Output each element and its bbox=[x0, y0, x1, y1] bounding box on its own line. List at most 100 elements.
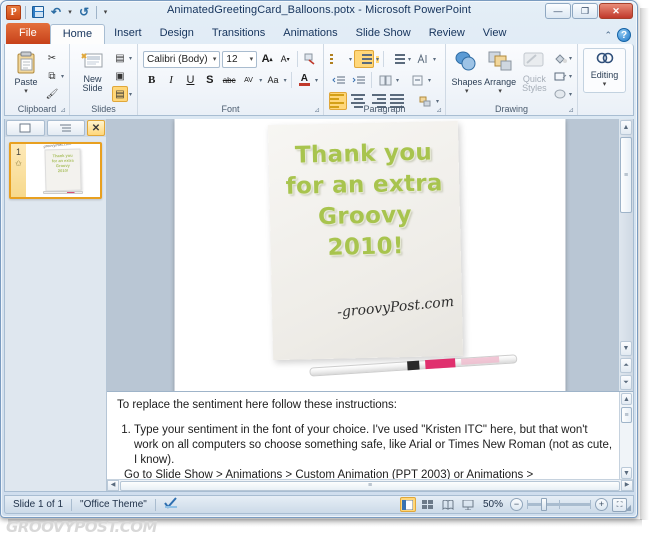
shape-fill-button[interactable]: ▾ bbox=[552, 50, 572, 66]
zoom-in-button[interactable]: + bbox=[595, 498, 608, 511]
greeting-card-image[interactable]: Thank you for an extra Groovy 2010! -gro… bbox=[267, 120, 518, 377]
paste-button[interactable]: Paste ▾ bbox=[10, 48, 42, 97]
columns-button[interactable] bbox=[376, 71, 394, 89]
arrange-button[interactable]: Arrange ▾ bbox=[484, 48, 517, 97]
slides-tab[interactable] bbox=[6, 120, 45, 136]
quick-styles-button[interactable]: Quick Styles bbox=[518, 48, 551, 93]
ribbon-group-drawing: Shapes ▾ Arrange ▾ Quick Styles ▾ ▾ ▾ Dr… bbox=[445, 44, 577, 115]
align-text-button[interactable] bbox=[408, 71, 426, 89]
new-slide-button[interactable]: New Slide bbox=[75, 48, 110, 93]
decrease-indent-button[interactable] bbox=[329, 71, 347, 89]
slide-vertical-scrollbar[interactable]: ▲ ≡ ▼ ⏶ ⏷ bbox=[618, 119, 633, 391]
spellcheck-icon[interactable] bbox=[156, 497, 186, 512]
strikethrough-button[interactable]: abc bbox=[221, 71, 238, 89]
slide-thumbnail-1[interactable]: 1 ✩ Thank you for an extra Groovy 2010! … bbox=[9, 142, 102, 199]
bullets-button[interactable] bbox=[329, 50, 347, 68]
format-painter-button[interactable]: 🖌 bbox=[44, 86, 64, 102]
resize-grip[interactable]: ◢ bbox=[625, 503, 631, 512]
grow-font-button[interactable]: A ▴ bbox=[259, 50, 275, 68]
card-text: Thank you for an extra Groovy 2010! bbox=[285, 139, 443, 261]
numbering-button[interactable] bbox=[354, 50, 375, 68]
shrink-font-button[interactable]: A ▾ bbox=[277, 50, 293, 68]
previous-slide-button[interactable]: ⏶ bbox=[620, 358, 632, 373]
effects-icon bbox=[552, 86, 568, 102]
notes-scroll-left[interactable]: ◀ bbox=[107, 480, 119, 491]
shape-outline-button[interactable]: ▾ bbox=[552, 68, 572, 84]
paste-dropdown-icon[interactable]: ▾ bbox=[24, 87, 28, 97]
new-slide-label: New Slide bbox=[82, 74, 103, 93]
tab-animations[interactable]: Animations bbox=[274, 24, 346, 44]
restore-button[interactable]: ❐ bbox=[572, 3, 598, 19]
cut-button[interactable]: ✂ bbox=[44, 50, 64, 66]
ribbon-group-slides: New Slide ▤ ▾ ▣ ▤ ▾ Slides bbox=[69, 44, 137, 115]
clear-formatting-button[interactable] bbox=[302, 50, 318, 68]
zoom-slider[interactable] bbox=[527, 498, 591, 511]
notes-scroll-up[interactable]: ▲ bbox=[621, 393, 632, 405]
scrollbar-thumb[interactable]: ≡ bbox=[620, 137, 632, 213]
editor-area: Thank you for an extra Groovy 2010! -gro… bbox=[107, 119, 633, 491]
theme-label[interactable]: "Office Theme" bbox=[72, 499, 155, 510]
scroll-up-button[interactable]: ▲ bbox=[620, 120, 632, 135]
section-button[interactable]: ▤ ▾ bbox=[111, 86, 132, 102]
notes-item-1: Type your sentiment in the font of your … bbox=[134, 423, 615, 468]
text-direction-button[interactable] bbox=[413, 50, 431, 68]
window-controls: — ❐ ✕ bbox=[545, 3, 633, 19]
slide-canvas[interactable]: Thank you for an extra Groovy 2010! -gro… bbox=[174, 119, 566, 391]
change-case-button[interactable]: Aa bbox=[264, 71, 281, 89]
minimize-ribbon-icon[interactable]: ⌃ bbox=[604, 30, 612, 41]
clipboard-launcher-icon[interactable]: ⊿ bbox=[60, 106, 66, 114]
minimize-button[interactable]: — bbox=[545, 3, 571, 19]
close-button[interactable]: ✕ bbox=[599, 3, 633, 19]
notes-horizontal-scrollbar[interactable]: ◀ ≡ ▶ bbox=[107, 479, 633, 491]
notes-scroll-thumb[interactable]: ≡ bbox=[621, 407, 632, 423]
font-color-button[interactable]: A bbox=[296, 71, 313, 89]
font-launcher-icon[interactable]: ⊿ bbox=[314, 106, 320, 114]
tab-file[interactable]: File bbox=[6, 23, 50, 44]
notes-scroll-right[interactable]: ▶ bbox=[621, 480, 633, 491]
outline-tab[interactable] bbox=[46, 120, 85, 136]
notes-vertical-scrollbar[interactable]: ▲ ≡ ▼ bbox=[619, 392, 633, 480]
normal-view-button[interactable] bbox=[399, 497, 416, 512]
tab-slide-show[interactable]: Slide Show bbox=[347, 24, 420, 44]
slide-sorter-button[interactable] bbox=[420, 497, 436, 512]
reading-view-button[interactable] bbox=[440, 497, 456, 512]
shape-effects-button[interactable]: ▾ bbox=[552, 86, 572, 102]
ribbon: Paste ▾ ✂ ⧉ ▾ 🖌 Clipboard ⊿ New Slide ▤ … bbox=[4, 44, 634, 116]
slideshow-button[interactable] bbox=[460, 497, 476, 512]
font-size-combo[interactable]: 12 ▾ bbox=[222, 50, 258, 68]
help-icon[interactable]: ? bbox=[617, 28, 631, 42]
scrollbar-track[interactable] bbox=[619, 214, 633, 340]
zoom-level-label[interactable]: 50% bbox=[480, 499, 506, 510]
shapes-button[interactable]: Shapes ▾ bbox=[451, 48, 483, 97]
font-family-combo[interactable]: Calibri (Body) ▾ bbox=[143, 50, 221, 68]
section-icon: ▤ bbox=[111, 86, 128, 102]
reset-button[interactable]: ▣ bbox=[112, 68, 132, 84]
font-group-label: Font bbox=[221, 104, 240, 114]
tab-view[interactable]: View bbox=[474, 24, 516, 44]
tab-design[interactable]: Design bbox=[151, 24, 203, 44]
editing-button[interactable]: Editing ▾ bbox=[583, 48, 626, 93]
tab-home[interactable]: Home bbox=[49, 24, 106, 45]
notes-hscroll-thumb[interactable]: ≡ bbox=[120, 480, 620, 491]
close-panel-icon[interactable]: ✕ bbox=[87, 120, 105, 136]
italic-button[interactable]: I bbox=[162, 71, 179, 89]
zoom-out-button[interactable]: − bbox=[510, 498, 523, 511]
increase-indent-button[interactable] bbox=[349, 71, 367, 89]
slide-count-label[interactable]: Slide 1 of 1 bbox=[5, 499, 71, 510]
layout-button[interactable]: ▤ ▾ bbox=[112, 50, 132, 66]
drawing-launcher-icon[interactable]: ⊿ bbox=[568, 106, 574, 114]
text-shadow-button[interactable]: S bbox=[201, 71, 218, 89]
scroll-down-button[interactable]: ▼ bbox=[620, 341, 632, 356]
tab-transitions[interactable]: Transitions bbox=[203, 24, 274, 44]
bold-button[interactable]: B bbox=[143, 71, 160, 89]
tab-review[interactable]: Review bbox=[420, 24, 474, 44]
zoom-slider-handle[interactable] bbox=[541, 498, 547, 511]
character-spacing-button[interactable]: AV bbox=[240, 71, 257, 89]
tab-insert[interactable]: Insert bbox=[105, 24, 151, 44]
underline-button[interactable]: U bbox=[182, 71, 199, 89]
notes-pane[interactable]: To replace the sentiment here follow the… bbox=[107, 391, 633, 491]
line-spacing-button[interactable] bbox=[388, 50, 406, 68]
copy-button[interactable]: ⧉ ▾ bbox=[44, 68, 64, 84]
paragraph-launcher-icon[interactable]: ⊿ bbox=[436, 106, 442, 114]
next-slide-button[interactable]: ⏷ bbox=[620, 375, 632, 390]
